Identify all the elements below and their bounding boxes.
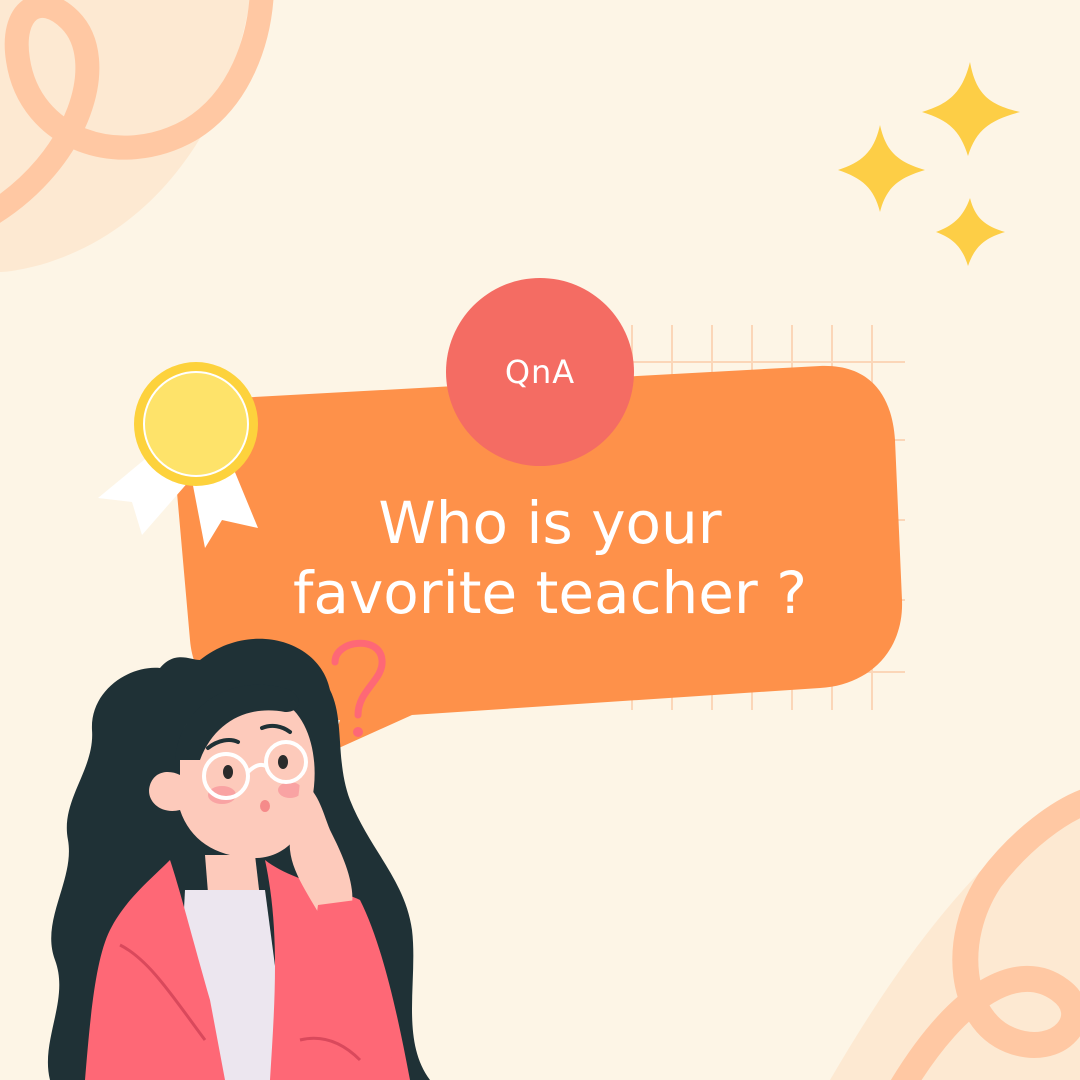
qna-post-canvas: QnA Who is your favorite teacher ? <box>0 0 1080 1080</box>
thinking-woman-illustration <box>47 638 431 1080</box>
